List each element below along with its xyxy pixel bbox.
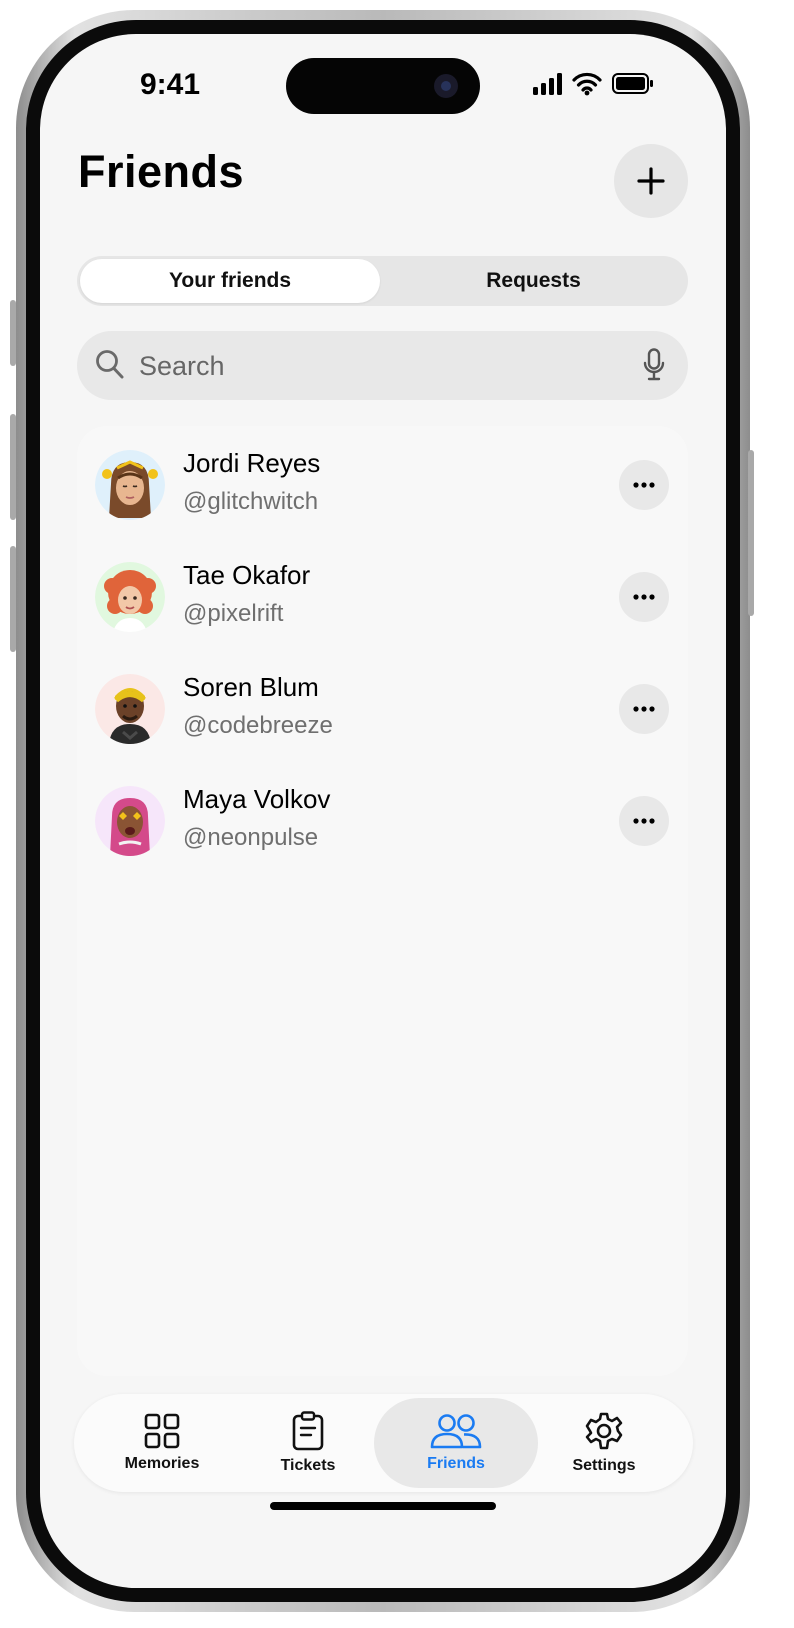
tab-label: Memories <box>124 1455 200 1472</box>
avatar <box>95 786 165 856</box>
friend-row[interactable]: Tae Okafor @pixelrift <box>77 538 688 650</box>
memoji-avatar-icon <box>95 786 165 856</box>
wifi-icon <box>572 72 602 92</box>
battery-icon <box>612 73 653 94</box>
memoji-avatar-icon <box>95 562 165 632</box>
clipboard-icon <box>292 1411 324 1451</box>
tab-label: Tickets <box>280 1457 336 1474</box>
ellipsis-icon <box>633 482 655 488</box>
volume-up-button <box>10 414 16 520</box>
friends-list: Jordi Reyes @glitchwitch Tae Okafor @pix… <box>77 426 688 1376</box>
more-options-button[interactable] <box>619 684 669 734</box>
microphone-icon[interactable] <box>643 348 665 382</box>
power-button <box>748 450 754 616</box>
friend-handle: @pixelrift <box>183 600 284 627</box>
tab-label: Friends <box>427 1455 485 1472</box>
status-icons <box>533 72 663 96</box>
action-button <box>10 300 16 366</box>
screen: 9:41 Friends Your friends Requests Searc… <box>40 34 726 1588</box>
more-options-button[interactable] <box>619 460 669 510</box>
gear-icon <box>585 1412 623 1450</box>
dynamic-island <box>286 58 480 114</box>
memoji-avatar-icon <box>95 450 165 520</box>
more-options-button[interactable] <box>619 572 669 622</box>
search-icon <box>96 350 124 379</box>
friend-row[interactable]: Maya Volkov @neonpulse <box>77 762 688 874</box>
segmented-control: Your friends Requests <box>77 256 688 306</box>
add-friend-button[interactable] <box>614 144 688 218</box>
friend-handle: @codebreeze <box>183 712 333 739</box>
ellipsis-icon <box>633 706 655 712</box>
friend-name: Soren Blum <box>183 672 319 702</box>
search-bar <box>77 331 688 400</box>
ellipsis-icon <box>633 818 655 824</box>
friend-row[interactable]: Soren Blum @codebreeze <box>77 650 688 762</box>
people-icon <box>430 1414 482 1449</box>
more-options-button[interactable] <box>619 796 669 846</box>
home-indicator <box>270 1502 496 1510</box>
tab-friends[interactable]: Friends <box>374 1398 538 1488</box>
friend-handle: @neonpulse <box>183 824 319 851</box>
friend-name: Maya Volkov <box>183 784 331 814</box>
camera-icon <box>434 74 458 98</box>
tab-label: Settings <box>572 1457 636 1474</box>
search-input[interactable] <box>137 345 621 387</box>
tab-memories[interactable]: Memories <box>94 1398 230 1488</box>
avatar <box>95 562 165 632</box>
tab-tickets[interactable]: Tickets <box>240 1398 376 1488</box>
ellipsis-icon <box>633 594 655 600</box>
tab-bar: Memories Tickets Friends Settings <box>74 1394 693 1492</box>
memoji-avatar-icon <box>95 674 165 744</box>
avatar <box>95 674 165 744</box>
tab-your-friends[interactable]: Your friends <box>80 259 380 303</box>
friend-name: Jordi Reyes <box>183 448 321 478</box>
tab-settings[interactable]: Settings <box>536 1398 672 1488</box>
grid-icon <box>144 1413 180 1449</box>
friend-row[interactable]: Jordi Reyes @glitchwitch <box>77 426 688 538</box>
page-title: Friends <box>78 146 245 197</box>
friend-name: Tae Okafor <box>183 560 311 590</box>
friend-handle: @glitchwitch <box>183 488 319 515</box>
avatar <box>95 450 165 520</box>
cellular-icon <box>533 72 653 96</box>
tab-requests[interactable]: Requests <box>382 259 685 303</box>
status-time: 9:41 <box>140 68 201 101</box>
volume-down-button <box>10 546 16 652</box>
plus-icon <box>637 167 665 195</box>
